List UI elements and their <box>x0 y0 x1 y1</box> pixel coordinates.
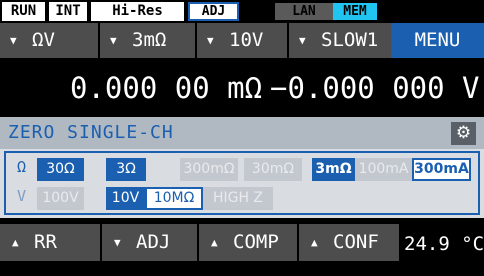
range-3mohm[interactable]: 3mΩ <box>312 158 355 181</box>
lan-indicator: LAN <box>275 3 333 20</box>
adj-indicator: ADJ <box>188 2 239 21</box>
resistance-range-button[interactable]: ▼ 3mΩ <box>100 23 195 58</box>
triangle-up-icon: ▲ <box>211 236 218 249</box>
current-100ma[interactable]: 100mA <box>355 158 412 181</box>
impedance-10mohm[interactable]: 10MΩ <box>145 187 203 210</box>
temperature-readout: 24.9 °C <box>404 233 484 255</box>
adj-button[interactable]: ▼ ADJ <box>102 224 197 261</box>
conf-button[interactable]: ▲ CONF <box>299 224 399 261</box>
top-row-spacer <box>381 23 391 58</box>
range-10v[interactable]: 10V <box>106 187 145 210</box>
triangle-down-icon: ▼ <box>207 34 214 47</box>
range-100v[interactable]: 100V <box>37 187 84 210</box>
triangle-up-icon: ▲ <box>12 236 19 249</box>
run-indicator: RUN <box>2 2 45 21</box>
hi-res-indicator: Hi-Res <box>91 2 184 21</box>
speed-button[interactable]: ▼ SLOW1 <box>289 23 381 58</box>
menu-button[interactable]: MENU <box>391 23 484 58</box>
voltage-value: −0.000 000 V <box>270 71 480 105</box>
current-300ma[interactable]: 300mA <box>412 158 471 181</box>
triangle-up-icon: ▲ <box>311 236 318 249</box>
triangle-down-icon: ▼ <box>114 236 121 249</box>
measurement-readout: 0.000 00 mΩ −0.000 000 V <box>0 59 484 117</box>
volt-row-label: V <box>17 187 27 205</box>
int-indicator: INT <box>49 2 87 21</box>
range-30mohm[interactable]: 30mΩ <box>244 158 302 181</box>
resistance-value: 0.000 00 mΩ <box>70 71 263 105</box>
impedance-high-z[interactable]: HIGH Z <box>203 187 273 210</box>
range-3ohm[interactable]: 3Ω <box>106 158 146 181</box>
mode-label: ZERO SINGLE-CH <box>8 122 174 143</box>
range-30ohm[interactable]: 30Ω <box>37 158 84 181</box>
triangle-down-icon: ▼ <box>10 34 17 47</box>
ohm-row-label: Ω <box>17 158 27 176</box>
gear-icon[interactable]: ⚙ <box>451 122 476 145</box>
rr-button[interactable]: ▲ RR <box>0 224 100 261</box>
triangle-down-icon: ▼ <box>299 34 306 47</box>
triangle-down-icon: ▼ <box>110 34 117 47</box>
voltage-range-button[interactable]: ▼ 10V <box>197 23 287 58</box>
mem-indicator: MEM <box>333 3 377 20</box>
function-button[interactable]: ▼ ΩV <box>0 23 98 58</box>
range-300mohm[interactable]: 300mΩ <box>180 158 238 181</box>
comp-button[interactable]: ▲ COMP <box>199 224 297 261</box>
